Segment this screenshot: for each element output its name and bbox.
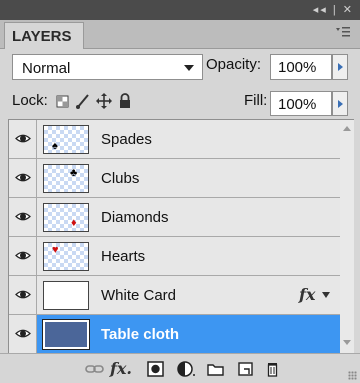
layer-name: Spades (101, 131, 152, 148)
scroll-up-arrow-icon[interactable] (343, 126, 351, 131)
diamond-icon: ♦ (71, 217, 77, 229)
opacity-field[interactable]: 100% (270, 54, 332, 80)
tab-layers[interactable]: LAYERS (4, 22, 84, 49)
eye-icon (15, 290, 31, 299)
layer-style-fx-icon[interactable]: fx. (110, 359, 138, 379)
layer-row-table-cloth[interactable]: Table cloth (9, 315, 340, 354)
layer-name: Diamonds (101, 209, 169, 226)
eye-icon (15, 329, 31, 338)
layer-name: Hearts (101, 248, 146, 265)
club-icon: ♣ (70, 167, 78, 179)
lock-row: Lock: Fill: 100% (0, 88, 360, 118)
layer-thumbnail (42, 319, 90, 350)
add-mask-icon[interactable] (145, 359, 167, 379)
layer-name: Table cloth (101, 326, 180, 343)
eye-icon (15, 173, 31, 182)
layer-list-scrollbar[interactable] (340, 119, 354, 353)
spade-icon: ♠ (52, 140, 58, 152)
visibility-toggle[interactable] (9, 120, 37, 158)
layer-row-hearts[interactable]: ♥ Hearts (9, 237, 340, 276)
resize-grip-icon[interactable] (348, 371, 357, 380)
layer-row-clubs[interactable]: ♣ Clubs (9, 159, 340, 198)
panel-tab-row: LAYERS (0, 20, 360, 49)
new-group-folder-icon[interactable] (205, 359, 227, 379)
layer-effects-fx-icon[interactable]: fx (299, 285, 315, 304)
new-layer-icon[interactable] (235, 359, 257, 379)
panel-title-strip: ◂◂ | ✕ (0, 0, 360, 20)
eye-icon (15, 134, 31, 143)
lock-image-pixels-brush-icon[interactable] (75, 92, 91, 110)
blend-row: Normal Opacity: 100% (0, 52, 360, 84)
expand-effects-arrow-icon[interactable] (322, 292, 330, 298)
adjustment-layer-icon[interactable] (175, 359, 197, 379)
fill-label: Fill: (244, 92, 268, 109)
layer-row-diamonds[interactable]: ♦ Diamonds (9, 198, 340, 237)
blend-mode-value: Normal (22, 60, 71, 77)
layer-thumbnail: ♣ (43, 164, 89, 193)
layer-thumbnail: ♥ (43, 242, 89, 271)
lock-transparent-pixels-icon[interactable] (55, 92, 71, 110)
lock-position-move-icon[interactable] (96, 92, 112, 110)
layer-name: Clubs (101, 170, 140, 187)
layer-list: ♠ Spades ♣ Clubs ♦ Diamonds ♥ Hearts Whi… (8, 119, 340, 354)
visibility-toggle[interactable] (9, 276, 37, 314)
heart-icon: ♥ (52, 244, 59, 256)
visibility-toggle[interactable] (9, 198, 37, 236)
fill-slider-button[interactable] (332, 91, 348, 116)
eye-icon (15, 251, 31, 260)
tab-layers-label: LAYERS (12, 28, 72, 45)
link-layers-icon[interactable] (84, 359, 106, 379)
layer-thumbnail (43, 281, 89, 310)
eye-icon (15, 212, 31, 221)
panel-menu-icon[interactable] (336, 26, 350, 38)
panel-window-controls[interactable]: ◂◂ | ✕ (313, 3, 354, 16)
blend-mode-select[interactable]: Normal (12, 54, 203, 80)
layers-toolbar: fx. (0, 353, 360, 383)
layer-row-spades[interactable]: ♠ Spades (9, 120, 340, 159)
layer-row-white-card[interactable]: White Card fx (9, 276, 340, 315)
opacity-slider-button[interactable] (332, 54, 348, 80)
visibility-toggle[interactable] (9, 237, 37, 275)
fill-field[interactable]: 100% (270, 91, 332, 116)
opacity-label: Opacity: (206, 56, 262, 73)
layers-panel: ◂◂ | ✕ LAYERS Normal Opacity: 100% Lock: (0, 0, 360, 383)
layer-thumbnail: ♠ (43, 125, 89, 154)
layer-name: White Card (101, 287, 177, 304)
scroll-down-arrow-icon[interactable] (343, 340, 351, 345)
delete-trash-icon[interactable] (262, 359, 284, 379)
lock-all-padlock-icon[interactable] (117, 92, 133, 110)
layer-thumbnail: ♦ (43, 203, 89, 232)
visibility-toggle[interactable] (9, 159, 37, 197)
lock-label: Lock: (12, 92, 48, 109)
visibility-toggle[interactable] (9, 315, 37, 353)
chevron-down-icon (184, 65, 194, 71)
